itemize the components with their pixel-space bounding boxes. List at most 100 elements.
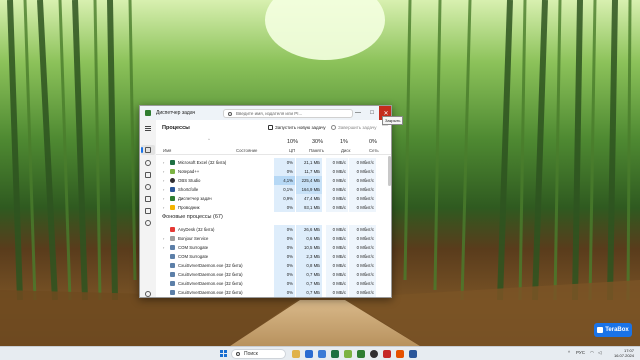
col-disk[interactable]: Диск bbox=[341, 148, 350, 153]
excel-icon[interactable] bbox=[331, 350, 339, 358]
col-mem-pct[interactable]: 30% bbox=[312, 139, 323, 145]
process-name: Проводник bbox=[178, 205, 200, 210]
table-row[interactable]: CxuiSvrverDaemon.exe (32 бита) 0% 0,7 МБ… bbox=[156, 279, 391, 288]
services-icon[interactable] bbox=[145, 220, 151, 226]
mem-value: 11,7 МБ bbox=[296, 167, 322, 176]
processes-icon[interactable] bbox=[145, 147, 151, 153]
clock[interactable]: 17:07 16.07.2024 bbox=[606, 348, 634, 358]
col-net-pct[interactable]: 0% bbox=[369, 139, 377, 145]
process-name: COM Surrogate bbox=[178, 254, 209, 259]
process-name: CxuiSvrverDaemon.exe (32 бита) bbox=[178, 281, 243, 286]
end-task-icon bbox=[331, 125, 336, 130]
terabox-icon bbox=[597, 327, 604, 333]
table-row[interactable]: CxuiSvrverDaemon.exe (32 бита) 0% 0,8 МБ… bbox=[156, 261, 391, 270]
app-icon[interactable] bbox=[396, 350, 404, 358]
obs-studio-icon[interactable] bbox=[370, 350, 378, 358]
process-icon bbox=[170, 272, 175, 277]
col-disk-pct[interactable]: 1% bbox=[340, 139, 348, 145]
col-net[interactable]: Сеть bbox=[369, 148, 379, 153]
end-task-button[interactable]: Завершить задачу bbox=[331, 125, 377, 130]
expand-chevron-icon[interactable]: › bbox=[163, 176, 167, 185]
mem-value: 21,1 МБ bbox=[296, 158, 322, 167]
app-icon bbox=[170, 187, 175, 192]
net-value: 0 Мбит/с bbox=[349, 270, 376, 279]
browser-icon[interactable] bbox=[305, 350, 313, 358]
table-row[interactable]: CxuiSvrverDaemon.exe (32 бита) 0% 0,7 МБ… bbox=[156, 270, 391, 279]
title-bar[interactable]: Диспетчер задач Введите имя, издателя ил… bbox=[140, 106, 391, 120]
network-icon[interactable]: ◠ bbox=[590, 350, 594, 356]
table-row[interactable]: › Shortcfolle 0,1% 164,9 МБ 0 МБ/с 0 Мбит… bbox=[156, 185, 391, 194]
col-name[interactable]: Имя bbox=[163, 148, 171, 153]
expand-chevron-icon[interactable]: › bbox=[163, 234, 167, 243]
mem-value: 0,7 МБ bbox=[296, 270, 322, 279]
language-indicator[interactable]: РУС bbox=[576, 350, 585, 355]
process-icon bbox=[170, 290, 175, 295]
col-cpu[interactable]: ЦП bbox=[289, 148, 295, 153]
performance-icon[interactable] bbox=[145, 160, 151, 166]
taskbar-search[interactable]: Поиск bbox=[231, 349, 286, 359]
expand-chevron-icon[interactable]: › bbox=[163, 185, 167, 194]
process-name: CxuiSvrverDaemon.exe (32 бита) bbox=[178, 263, 243, 268]
details-icon[interactable] bbox=[145, 208, 151, 214]
menu-hamburger-icon[interactable] bbox=[145, 126, 151, 131]
net-value: 0 Мбит/с bbox=[349, 167, 376, 176]
disk-value: 0 МБ/с bbox=[326, 234, 348, 243]
col-mem[interactable]: Память bbox=[309, 148, 324, 153]
processes-panel: Процессы Запустить новую задачу Завершит… bbox=[156, 120, 391, 297]
process-name: Диспетчер задач bbox=[178, 196, 212, 201]
expand-chevron-icon[interactable]: › bbox=[163, 158, 167, 167]
table-row[interactable]: AnyDesk (32 бита) 0% 26,6 МБ 0 МБ/с 0 Мб… bbox=[156, 225, 391, 234]
cpu-value: 0% bbox=[274, 158, 295, 167]
process-name: CxuiSvrverDaemon.exe (32 бита) bbox=[178, 272, 243, 277]
run-new-task-button[interactable]: Запустить новую задачу bbox=[268, 125, 326, 130]
table-row[interactable]: › Bonjour Service 0% 0,6 МБ 0 МБ/с 0 Мбит… bbox=[156, 234, 391, 243]
file-explorer-icon[interactable] bbox=[292, 350, 300, 358]
mem-value: 93,1 МБ bbox=[296, 203, 322, 212]
app-icon[interactable] bbox=[409, 350, 417, 358]
search-input[interactable]: Введите имя, издателя или PI... bbox=[223, 109, 353, 118]
minimize-button[interactable]: — bbox=[351, 106, 365, 120]
net-value: 0 Мбит/с bbox=[349, 234, 376, 243]
cpu-value: 0% bbox=[274, 234, 295, 243]
expand-chevron-icon[interactable]: › bbox=[163, 194, 167, 203]
table-row[interactable]: › OBS Studio 4,1% 225,4 МБ 0 МБ/с 0 Мбит/… bbox=[156, 176, 391, 185]
start-button[interactable] bbox=[220, 350, 227, 357]
disk-value: 0 МБ/с bbox=[326, 158, 348, 167]
mem-value: 0,7 МБ bbox=[296, 279, 322, 288]
com-surrogate-icon bbox=[170, 245, 175, 250]
settings-gear-icon[interactable] bbox=[145, 291, 151, 297]
taskbar: Поиск ^ РУС ◠ ◁ 17:07 16.07.2024 bbox=[0, 346, 640, 360]
maximize-button[interactable]: □ bbox=[365, 106, 379, 120]
mem-value: 0,8 МБ bbox=[296, 261, 322, 270]
col-status[interactable]: Состояние bbox=[236, 148, 257, 153]
terabox-label: TeraBox bbox=[605, 327, 629, 333]
table-row[interactable]: › Microsoft Excel (32 бита) 0% 21,1 МБ 0 … bbox=[156, 158, 391, 167]
disk-value: 0 МБ/с bbox=[326, 194, 348, 203]
expand-chevron-icon[interactable]: › bbox=[163, 167, 167, 176]
tray-chevron-icon[interactable]: ^ bbox=[568, 350, 570, 355]
cpu-value: 0% bbox=[274, 261, 295, 270]
expand-chevron-icon[interactable]: › bbox=[163, 203, 167, 212]
process-name: Shortcfolle bbox=[178, 187, 199, 192]
startup-apps-icon[interactable] bbox=[145, 184, 151, 190]
users-icon[interactable] bbox=[145, 196, 151, 202]
expand-chevron-icon[interactable]: › bbox=[163, 243, 167, 252]
scrollbar[interactable] bbox=[388, 156, 391, 186]
store-icon[interactable] bbox=[318, 350, 326, 358]
cpu-value: 0% bbox=[274, 243, 295, 252]
table-row[interactable]: COM Surrogate 0% 2,3 МБ 0 МБ/с 0 Мбит/с bbox=[156, 252, 391, 261]
col-cpu-pct[interactable]: 10% bbox=[287, 139, 298, 145]
net-value: 0 Мбит/с bbox=[349, 194, 376, 203]
terabox-widget[interactable]: TeraBox bbox=[594, 323, 632, 337]
table-row[interactable]: › Проводник 0% 93,1 МБ 0 МБ/с 0 Мбит/с bbox=[156, 203, 391, 212]
table-row[interactable]: › COM Surrogate 0% 10,5 МБ 0 МБ/с 0 Мбит/… bbox=[156, 243, 391, 252]
app-icon[interactable] bbox=[383, 350, 391, 358]
table-row[interactable]: › Диспетчер задач 0,9% 47,4 МБ 0 МБ/с 0 М… bbox=[156, 194, 391, 203]
volume-icon[interactable]: ◁ bbox=[598, 350, 601, 356]
table-row[interactable]: › Notepad++ 0% 11,7 МБ 0 МБ/с 0 Мбит/с bbox=[156, 167, 391, 176]
task-manager-icon[interactable] bbox=[357, 350, 365, 358]
task-manager-icon bbox=[145, 110, 151, 116]
table-row[interactable]: CxuiSvrverDaemon.exe (32 бита) 0% 0,7 МБ… bbox=[156, 288, 391, 297]
notepad-plus-plus-icon[interactable] bbox=[344, 350, 352, 358]
app-history-icon[interactable] bbox=[145, 172, 151, 178]
